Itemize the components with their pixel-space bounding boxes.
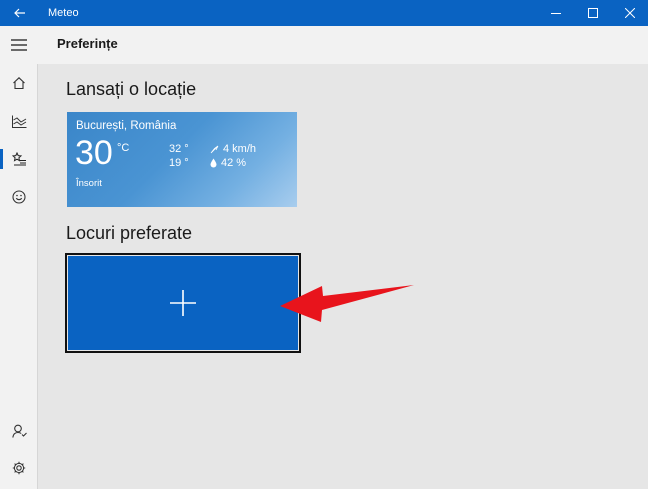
maximize-icon [587, 8, 598, 18]
window-title: Meteo [48, 7, 79, 19]
home-icon [13, 77, 25, 90]
wind-speed: 4 km/h [223, 143, 257, 155]
temperature-unit: °C [117, 142, 130, 154]
humidity-value: 42 % [221, 157, 247, 169]
wind-info: 4 km/h [210, 143, 256, 155]
humidity-info: 42 % [210, 157, 246, 169]
hamburger-icon [11, 39, 27, 51]
chart-icon [11, 115, 26, 128]
menu-button[interactable] [0, 26, 38, 64]
humidity-drop-icon [210, 158, 217, 168]
smiley-icon [12, 190, 26, 204]
page-title: Preferințe [57, 36, 118, 51]
plus-icon [170, 290, 196, 316]
favorites-heading: Locuri preferate [66, 223, 193, 243]
low-temperature: 19 ° [169, 157, 189, 169]
back-arrow-icon [14, 8, 25, 18]
title-bar: Meteo [0, 0, 648, 26]
sidebar-item-account[interactable] [0, 416, 38, 446]
close-icon [624, 8, 635, 18]
sidebar-item-feedback[interactable] [0, 182, 38, 212]
add-favorite-button[interactable] [65, 253, 301, 353]
minimize-icon [550, 13, 561, 14]
minimize-button[interactable] [537, 0, 574, 26]
maximize-button[interactable] [574, 0, 611, 26]
close-button[interactable] [611, 0, 648, 26]
settings-icon [12, 461, 26, 475]
high-temperature: 32 ° [169, 143, 189, 155]
favorites-icon [11, 152, 26, 166]
wind-icon [210, 145, 219, 153]
weather-condition: Însorit [76, 178, 102, 189]
main-content: Lansați o locație București, România 30 … [39, 64, 648, 489]
back-button[interactable] [0, 0, 40, 26]
sidebar-item-home[interactable] [0, 68, 38, 98]
add-favorite-tile [68, 256, 298, 350]
sidebar-item-maps[interactable] [0, 106, 38, 136]
launch-heading: Lansați o locație [66, 79, 197, 99]
location-name: București, România [76, 120, 177, 132]
sidebar [0, 64, 38, 489]
header: Preferințe [0, 26, 648, 64]
sidebar-item-settings[interactable] [0, 453, 38, 483]
launch-location-card[interactable]: București, România 30 °C 32 ° 19 ° 4 km/… [67, 112, 297, 207]
account-icon [11, 424, 27, 438]
current-temperature: 30 [75, 134, 113, 172]
sidebar-item-favorites[interactable] [0, 144, 38, 174]
